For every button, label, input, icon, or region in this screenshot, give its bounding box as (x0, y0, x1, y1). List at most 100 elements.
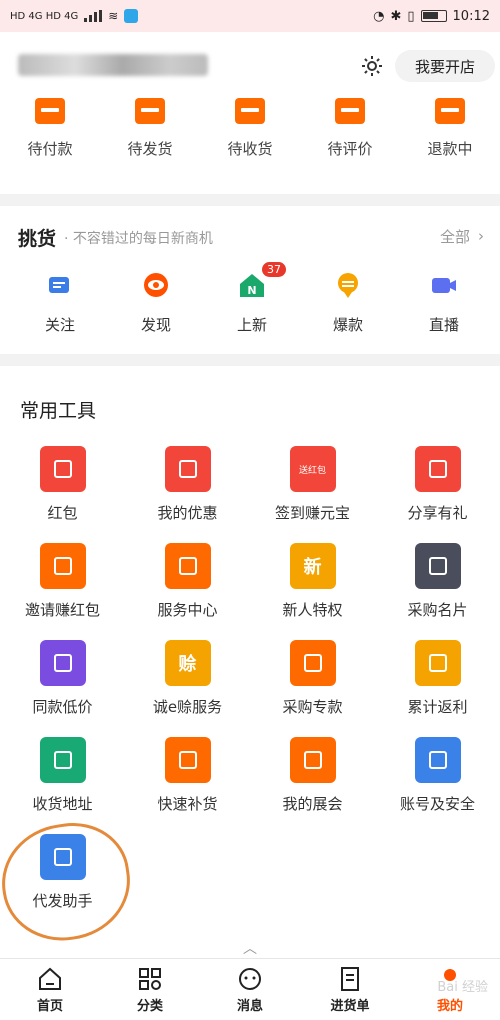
tool-label: 累计返利 (407, 698, 468, 716)
tiaohuo-row: 关注 发现 N 上新 37 爆款 直播 (0, 262, 500, 335)
network-indicator: HD 4G HD 4G (10, 10, 79, 22)
tool-label: 邀请赚红包 (24, 601, 100, 619)
tab-label: 消息 (236, 999, 263, 1014)
tool-item[interactable]: 分享有礼 (375, 446, 500, 523)
tool-item[interactable]: 邀请赚红包 (0, 543, 125, 620)
purchase-list-icon (341, 967, 359, 991)
tool-label: 同款低价 (32, 698, 93, 716)
tab-home[interactable]: 首页 (0, 959, 100, 1020)
share-icon (414, 446, 461, 492)
section-title: 常用工具 (20, 400, 97, 422)
location-icon (39, 737, 86, 783)
tab-category[interactable]: 分类 (100, 959, 200, 1020)
tool-label: 诚e赊服务 (152, 698, 223, 716)
order-item[interactable]: 待付款 (0, 98, 100, 159)
vibrate-icon: ▯ (407, 8, 415, 24)
follow-icon (49, 277, 69, 293)
box-icon (135, 98, 165, 124)
red-packet-icon (39, 446, 86, 492)
credit-icon: 赊 (164, 640, 211, 686)
new-house-icon: N (240, 274, 264, 297)
tool-label: 采购名片 (407, 601, 468, 619)
lock-icon (414, 737, 461, 783)
sign-in-icon: 送红包 (289, 446, 336, 492)
alarm-icon: ◔ (373, 8, 385, 24)
tiaohuo-item[interactable]: 爆款 (300, 270, 396, 335)
icon-glyph (53, 751, 72, 769)
category-icon (139, 968, 161, 990)
status-bar: HD 4G HD 4G ≋ ◔ ✱ ▯ 10:12 (0, 0, 500, 32)
tool-item[interactable]: 服务中心 (125, 543, 250, 620)
fund-icon (289, 640, 336, 686)
truck-icon (235, 98, 265, 124)
clock: 10:12 (452, 8, 490, 24)
gear-icon[interactable] (360, 54, 384, 78)
new-count-badge: 37 (262, 262, 286, 277)
tab-label: 首页 (36, 999, 63, 1014)
username-blurred (18, 54, 208, 76)
tool-item[interactable]: 采购专款 (250, 640, 375, 717)
bell-icon (39, 640, 86, 686)
bluetooth-icon: ✱ (390, 8, 402, 24)
eye-icon (144, 273, 168, 297)
tool-label: 分享有礼 (407, 504, 468, 522)
tiaohuo-item[interactable]: 发现 (108, 270, 204, 335)
tool-item[interactable]: 我的展会 (250, 737, 375, 814)
tiaohuo-item[interactable]: 关注 (12, 270, 108, 335)
view-all-link[interactable]: 全部 (440, 226, 470, 247)
icon-glyph (303, 654, 322, 672)
tool-label: 签到赚元宝 (274, 504, 350, 522)
card-icon (414, 543, 461, 589)
tool-item[interactable]: 累计返利 (375, 640, 500, 717)
tool-item[interactable]: 快速补货 (125, 737, 250, 814)
tool-item[interactable]: 采购名片 (375, 543, 500, 620)
order-item[interactable]: 待收货 (200, 98, 300, 159)
tiaohuo-label: 直播 (428, 316, 459, 334)
order-status-row: 待付款 待发货 待收货 待评价 退款中 (0, 98, 500, 159)
tool-label: 新人特权 (282, 601, 343, 619)
order-item[interactable]: 退款中 (400, 98, 500, 159)
message-icon (239, 968, 261, 990)
chevron-up-icon[interactable]: ︿ (240, 938, 260, 957)
tool-item[interactable]: 同款低价 (0, 640, 125, 717)
icon-glyph (428, 557, 447, 575)
icon-glyph (53, 460, 72, 478)
tiaohuo-item[interactable]: N 上新 37 (204, 262, 300, 335)
order-item[interactable]: 待发货 (100, 98, 200, 159)
tiaohuo-item[interactable]: 直播 (396, 270, 492, 335)
tool-item[interactable]: 赊诚e赊服务 (125, 640, 250, 717)
tiaohuo-label: 爆款 (332, 316, 363, 334)
tool-label: 我的优惠 (157, 504, 218, 522)
order-label: 待付款 (27, 140, 73, 158)
icon-glyph (53, 557, 72, 575)
tab-label: 分类 (136, 999, 163, 1014)
section-subtitle: · 不容错过的每日新商机 (64, 231, 213, 247)
icon-text: 赊 (178, 654, 197, 675)
icon-glyph (178, 751, 197, 769)
tiaohuo-section: 挑货 · 不容错过的每日新商机 全部 › 关注 发现 N 上新 37 爆款 直播 (0, 206, 500, 354)
wifi-icon: ≋ (108, 9, 119, 23)
chevron-right-icon[interactable]: › (478, 227, 484, 245)
svg-text:N: N (247, 284, 256, 297)
tool-label: 账号及安全 (399, 795, 475, 813)
icon-glyph (178, 460, 197, 478)
tool-label: 收货地址 (32, 795, 93, 813)
refund-icon (435, 98, 465, 124)
tool-item[interactable]: 新新人特权 (250, 543, 375, 620)
tool-label: 快速补货 (157, 795, 218, 813)
open-shop-button[interactable]: 我要开店 (395, 50, 495, 82)
tool-item[interactable]: 红包 (0, 446, 125, 523)
tool-item[interactable]: 收货地址 (0, 737, 125, 814)
order-label: 待评价 (327, 140, 373, 158)
order-item[interactable]: 待评价 (300, 98, 400, 159)
tool-label: 红包 (47, 504, 78, 522)
service-icon (164, 543, 211, 589)
tab-message[interactable]: 消息 (200, 959, 300, 1020)
tool-item[interactable]: 我的优惠 (125, 446, 250, 523)
order-label: 待收货 (227, 140, 273, 158)
tool-item[interactable]: 送红包 签到赚元宝 (250, 446, 375, 523)
restock-icon (164, 737, 211, 783)
tool-item[interactable]: 账号及安全 (375, 737, 500, 814)
tab-purchase-list[interactable]: 进货单 (300, 959, 400, 1020)
tiaohuo-label: 发现 (140, 316, 171, 334)
